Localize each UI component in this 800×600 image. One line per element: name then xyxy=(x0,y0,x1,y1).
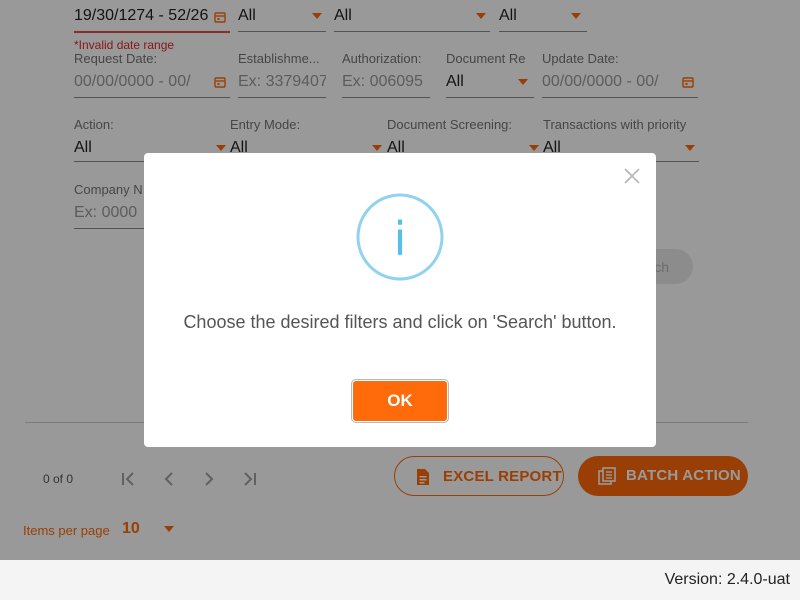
info-glyph: i xyxy=(394,212,407,266)
info-dialog: i Choose the desired filters and click o… xyxy=(144,153,656,447)
dialog-message: Choose the desired filters and click on … xyxy=(183,312,617,332)
ok-button[interactable]: OK xyxy=(352,380,448,422)
info-icon: i xyxy=(356,193,444,281)
footer: Version: 2.4.0-uat xyxy=(0,560,800,600)
version-text: Version: 2.4.0-uat xyxy=(664,571,790,588)
close-icon[interactable] xyxy=(622,166,642,186)
